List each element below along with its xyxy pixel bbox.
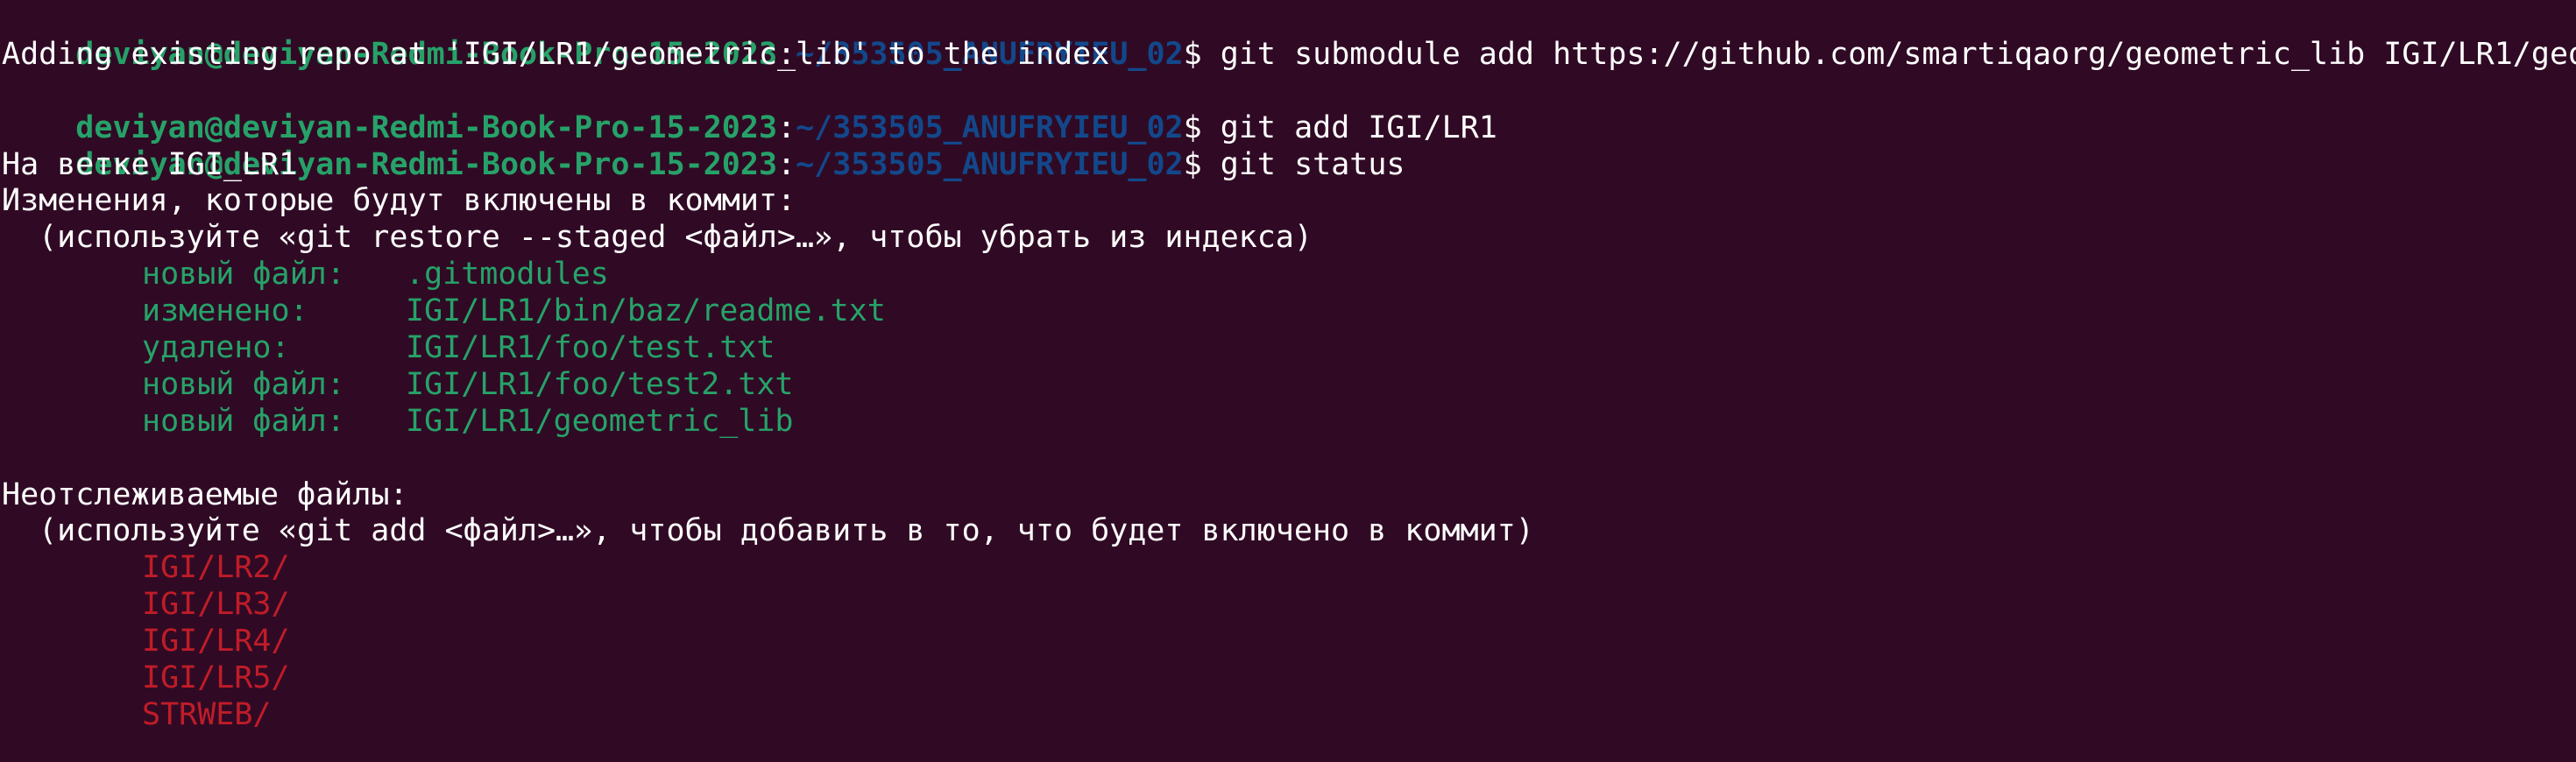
untracked-entry: STRWEB/: [142, 696, 272, 732]
staged-entry: новый файл: .gitmodules: [2, 257, 2576, 293]
untracked-entry: IGI/LR2/: [142, 550, 290, 586]
prompt-user-host: deviyan@deviyan-Redmi-Book-Pro-15-2023: [75, 109, 778, 145]
command-text: git status: [1220, 146, 1405, 182]
untracked-entry: IGI/LR4/: [142, 624, 290, 660]
prompt-path: ~/353505_ANUFRYIEU_02: [796, 146, 1184, 182]
staged-status: новый файл:: [142, 366, 345, 402]
untracked-hint: (используйте «git add <файл>…», чтобы до…: [39, 513, 1534, 549]
prompt-separator: :: [777, 146, 796, 182]
prompt-symbol: $: [1183, 109, 1221, 145]
staged-entry: удалено: IGI/LR1/foo/test.txt: [2, 330, 2576, 367]
staged-file: IGI/LR1/bin/baz/readme.txt: [406, 293, 886, 329]
untracked-entry: IGI/LR3/: [142, 587, 290, 623]
command-text: git submodule add https://github.com/sma…: [1220, 36, 2576, 72]
command-line: deviyan@deviyan-Redmi-Book-Pro-15-2023:~…: [2, 74, 2576, 145]
prompt-symbol: $: [1183, 36, 1221, 72]
staged-status: изменено:: [142, 293, 308, 329]
staged-file: IGI/LR1/geometric_lib: [406, 403, 794, 439]
staged-status: новый файл:: [142, 257, 345, 293]
command-line: deviyan@deviyan-Redmi-Book-Pro-15-2023:~…: [2, 0, 2576, 72]
untracked-entry: IGI/LR5/: [142, 660, 290, 696]
command-text: git add IGI/LR1: [1220, 109, 1497, 145]
prompt-separator: :: [777, 109, 796, 145]
changes-hint: (используйте «git restore --staged <файл…: [39, 220, 1313, 256]
staged-entry: новый файл: IGI/LR1/foo/test2.txt: [2, 367, 2576, 404]
staged-status: удалено:: [142, 330, 290, 366]
staged-status: новый файл:: [142, 403, 345, 439]
changes-header: Изменения, которые будут включены в комм…: [2, 183, 796, 219]
untracked-header: Неотслеживаемые файлы:: [2, 476, 408, 512]
staged-entry: новый файл: IGI/LR1/geometric_lib: [2, 404, 2576, 441]
staged-file: IGI/LR1/foo/test2.txt: [406, 366, 794, 402]
prompt-symbol: $: [1183, 146, 1221, 182]
staged-file: .gitmodules: [406, 257, 609, 293]
terminal-window[interactable]: deviyan@deviyan-Redmi-Book-Pro-15-2023:~…: [0, 0, 2576, 762]
staged-file: IGI/LR1/foo/test.txt: [406, 330, 775, 366]
prompt-path: ~/353505_ANUFRYIEU_02: [796, 109, 1184, 145]
staged-entry: изменено: IGI/LR1/bin/baz/readme.txt: [2, 293, 2576, 330]
